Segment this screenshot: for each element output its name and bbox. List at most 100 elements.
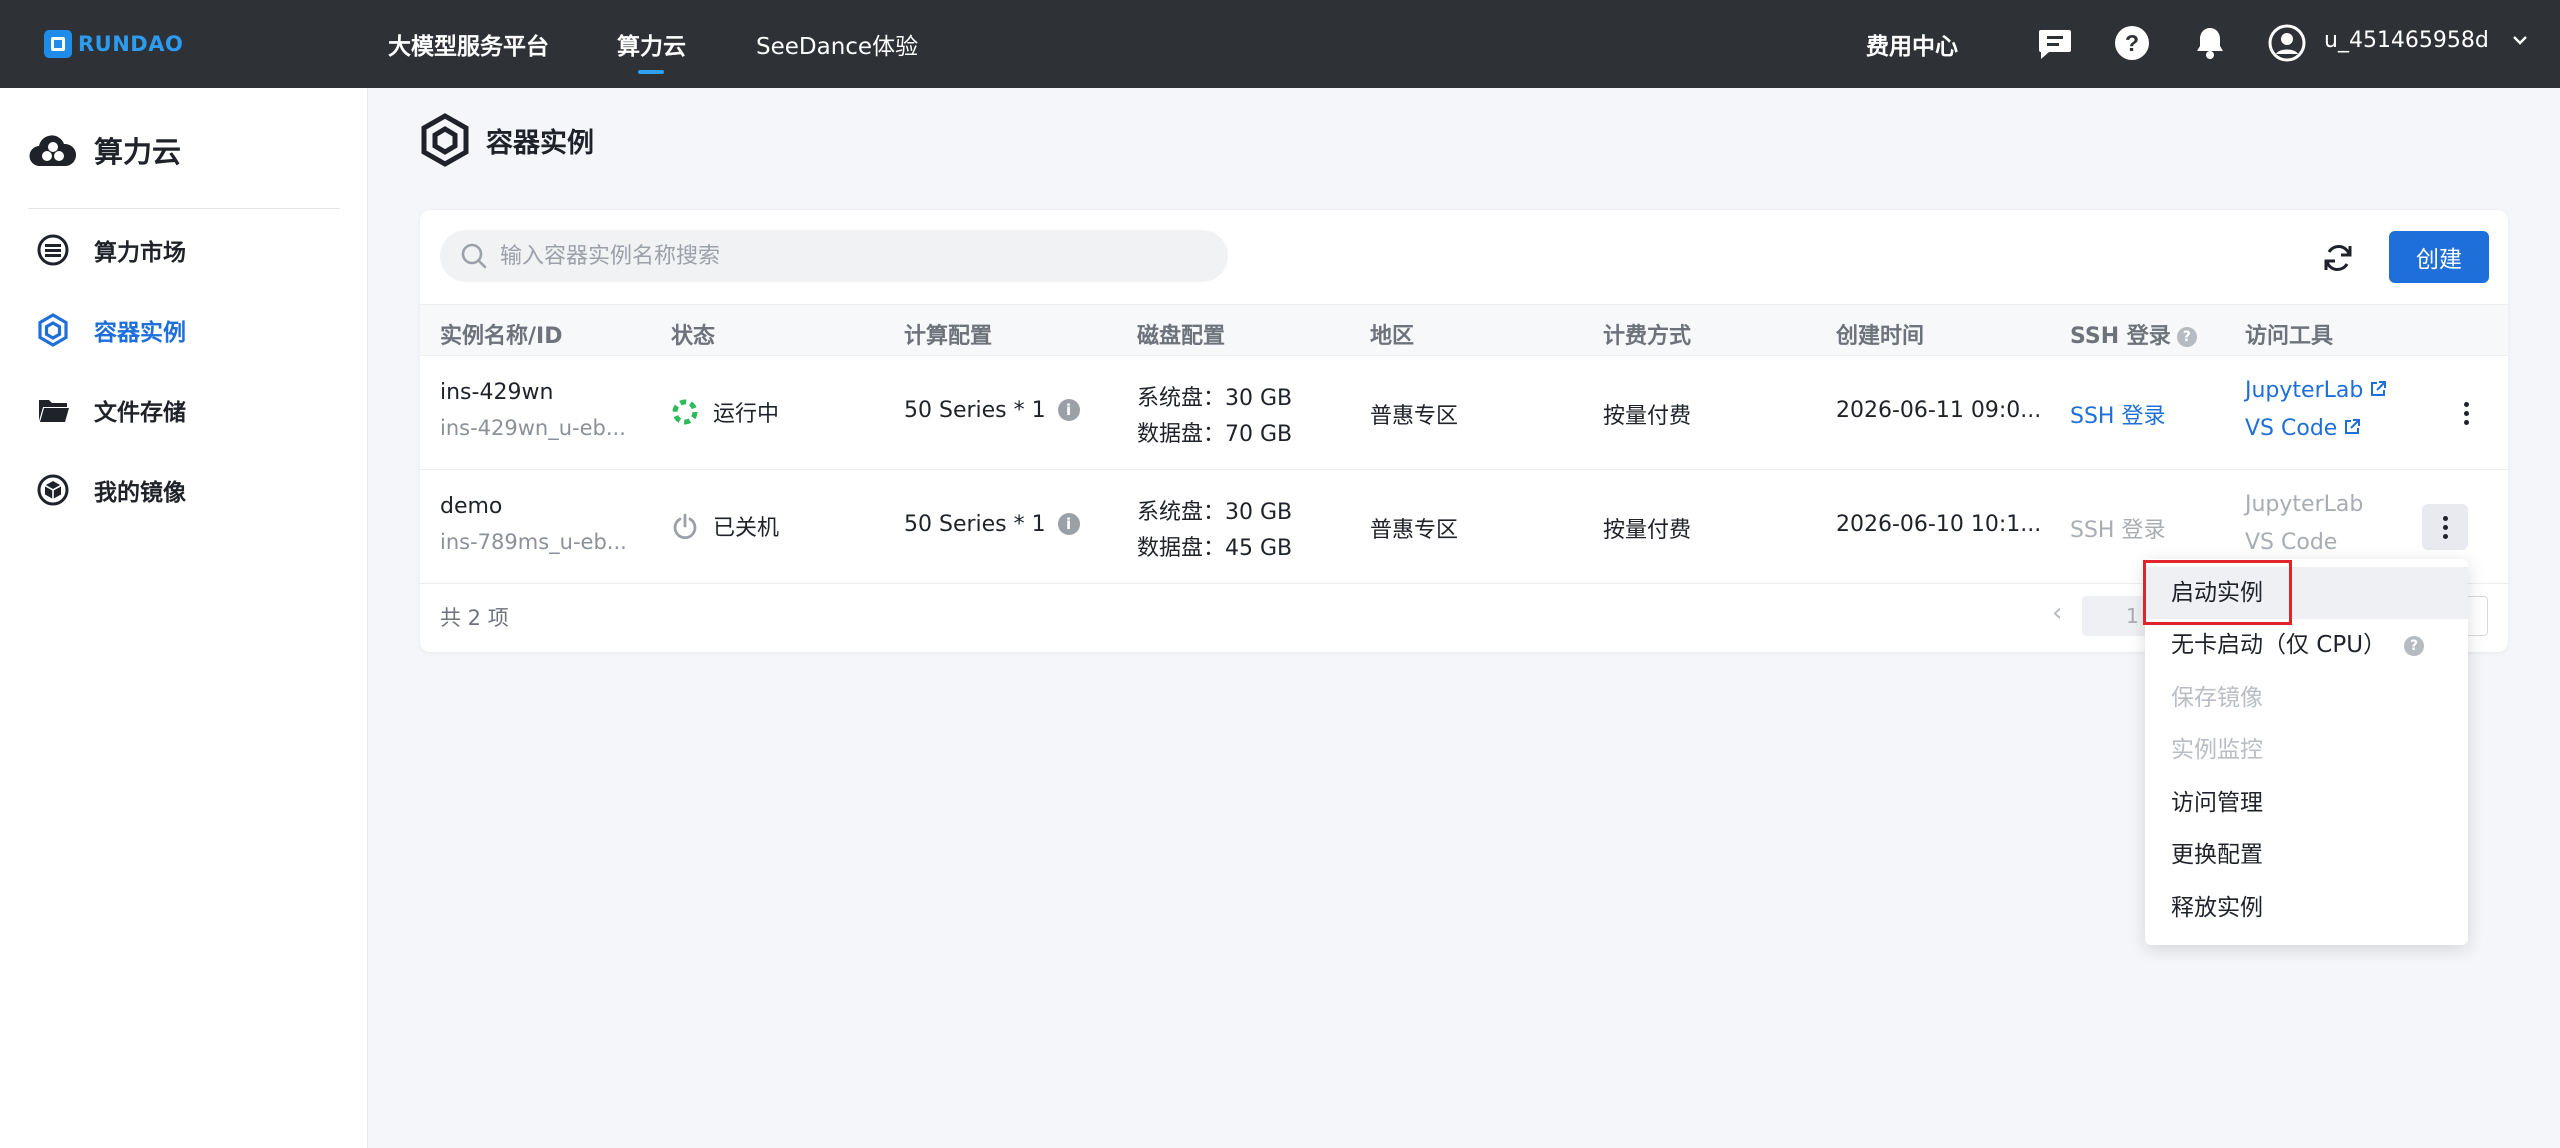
status-text: 已关机 — [713, 516, 780, 541]
compute-config-text: 50 Series * 1 — [904, 398, 1046, 423]
search-box[interactable] — [440, 230, 1228, 282]
help-icon[interactable]: ? — [2113, 24, 2151, 62]
billing-mode: 按量付费 — [1603, 404, 1692, 429]
disk-system: 系统盘：30 GB — [1137, 500, 1293, 525]
menu-item-label: 无卡启动（仅 CPU） — [2171, 632, 2387, 658]
status-text: 运行中 — [713, 402, 780, 427]
external-link-icon — [2371, 381, 2387, 396]
nav-llm-platform[interactable]: 大模型服务平台 — [388, 27, 549, 61]
sidebar-item-label: 容器实例 — [94, 320, 186, 346]
highlight-annotation — [2143, 560, 2292, 625]
chevron-down-icon[interactable] — [2510, 30, 2530, 50]
info-icon[interactable]: i — [1057, 399, 1080, 421]
help-icon[interactable]: ? — [2404, 636, 2425, 656]
ssh-login-link: SSH 登录 — [2070, 518, 2166, 543]
help-icon[interactable]: ? — [2176, 327, 2197, 347]
top-navbar: RUNDAO 大模型服务平台 算力云 SeeDance体验 费用中心 ? u_4… — [0, 0, 2560, 88]
compute-config: 50 Series * 1 i — [904, 512, 1080, 537]
page-header: 容器实例 — [420, 112, 594, 168]
region: 普惠专区 — [1370, 404, 1459, 429]
region: 普惠专区 — [1370, 518, 1459, 543]
sidebar-item-label: 我的镜像 — [94, 480, 186, 506]
nav-compute-cloud[interactable]: 算力云 — [617, 27, 686, 61]
logo[interactable]: RUNDAO — [44, 28, 183, 60]
billing-center-link[interactable]: 费用中心 — [1866, 27, 1958, 61]
container-icon — [38, 313, 68, 347]
create-button[interactable]: 创建 — [2389, 231, 2489, 283]
sidebar-item-compute-market[interactable]: 算力市场 — [36, 230, 186, 270]
status-badge: 已关机 — [671, 510, 779, 542]
menu-item-change-config[interactable]: 更换配置 — [2145, 829, 2468, 881]
sidebar-title: 算力云 — [94, 135, 182, 169]
sidebar-item-my-images[interactable]: 我的镜像 — [36, 470, 186, 510]
jupyterlab-label: JupyterLab — [2245, 378, 2364, 403]
sidebar-item-label: 文件存储 — [94, 400, 186, 426]
table-header: 实例名称/ID 状态 计算配置 磁盘配置 地区 计费方式 创建时间 SSH 登录… — [420, 304, 2508, 356]
billing-mode: 按量付费 — [1603, 518, 1692, 543]
jupyterlab-link: JupyterLab — [2245, 492, 2364, 517]
external-link-icon — [2345, 419, 2361, 434]
menu-item-release-instance[interactable]: 释放实例 — [2145, 882, 2468, 934]
more-actions-button[interactable] — [2443, 390, 2489, 436]
disk-data: 数据盘：70 GB — [1137, 422, 1293, 447]
chevron-left-icon[interactable]: ‹ — [2052, 598, 2062, 628]
username[interactable]: u_451465958d — [2324, 28, 2489, 53]
running-status-icon — [672, 399, 698, 425]
ssh-login-link[interactable]: SSH 登录 — [2070, 398, 2165, 430]
compute-config: 50 Series * 1 i — [904, 398, 1080, 423]
nav-active-indicator — [638, 70, 664, 74]
disk-data: 数据盘：45 GB — [1137, 536, 1293, 561]
bell-icon[interactable] — [2191, 24, 2229, 62]
created-time: 2026-06-11 09:0... — [1836, 398, 2042, 423]
menu-item-start-cpu-only[interactable]: 无卡启动（仅 CPU）? — [2145, 619, 2468, 671]
instance-name: ins-429wn — [440, 380, 554, 405]
column-header-ssh: SSH 登录? — [2070, 318, 2197, 350]
container-icon — [421, 113, 469, 167]
power-off-icon — [673, 513, 697, 540]
logo-text: RUNDAO — [78, 32, 184, 56]
logo-icon — [44, 30, 72, 58]
message-icon[interactable] — [2036, 24, 2074, 62]
column-header-created: 创建时间 — [1836, 324, 1925, 349]
total-count: 共 2 项 — [440, 606, 509, 630]
table-row: ins-429wn ins-429wn_u-eb... 运行中 50 Serie… — [420, 356, 2508, 470]
market-icon — [37, 234, 69, 266]
status-badge: 运行中 — [671, 396, 779, 428]
sidebar-header: 算力云 — [28, 128, 181, 172]
instance-name: demo — [440, 494, 503, 519]
column-header-name: 实例名称/ID — [440, 324, 563, 349]
search-icon — [461, 243, 487, 269]
ssh-header-label: SSH 登录 — [2070, 324, 2171, 349]
compute-config-text: 50 Series * 1 — [904, 512, 1046, 537]
sidebar-divider — [28, 208, 340, 209]
nav-seedance[interactable]: SeeDance体验 — [756, 27, 918, 61]
instance-id: ins-789ms_u-eb... — [440, 530, 627, 554]
search-input[interactable] — [500, 243, 1200, 269]
column-header-compute: 计算配置 — [904, 324, 993, 349]
column-header-status: 状态 — [671, 324, 716, 349]
menu-item-save-image: 保存镜像 — [2171, 685, 2263, 711]
more-actions-button[interactable] — [2422, 504, 2468, 550]
column-header-tools: 访问工具 — [2245, 324, 2334, 349]
image-icon — [37, 474, 69, 506]
refresh-icon[interactable] — [2320, 240, 2356, 276]
info-icon[interactable]: i — [1057, 513, 1080, 535]
user-avatar-icon[interactable] — [2268, 24, 2306, 62]
disk-system: 系统盘：30 GB — [1137, 386, 1293, 411]
folder-icon — [39, 400, 69, 422]
menu-item-access-management[interactable]: 访问管理 — [2145, 777, 2468, 829]
sidebar: 算力云 算力市场 容器实例 文件存储 我的镜像 — [0, 88, 368, 1148]
column-header-billing: 计费方式 — [1603, 324, 1692, 349]
vscode-label: VS Code — [2245, 416, 2338, 441]
sidebar-item-file-storage[interactable]: 文件存储 — [36, 390, 186, 430]
jupyterlab-link[interactable]: JupyterLab — [2245, 378, 2387, 403]
cloud-icon — [29, 135, 77, 167]
column-header-disk: 磁盘配置 — [1137, 324, 1226, 349]
menu-item-instance-monitor: 实例监控 — [2171, 737, 2263, 763]
vscode-link: VS Code — [2245, 530, 2338, 555]
sidebar-item-label: 算力市场 — [94, 240, 186, 266]
column-header-region: 地区 — [1370, 324, 1415, 349]
sidebar-item-container-instances[interactable]: 容器实例 — [36, 310, 186, 350]
page-title: 容器实例 — [486, 127, 594, 159]
vscode-link[interactable]: VS Code — [2245, 416, 2361, 441]
